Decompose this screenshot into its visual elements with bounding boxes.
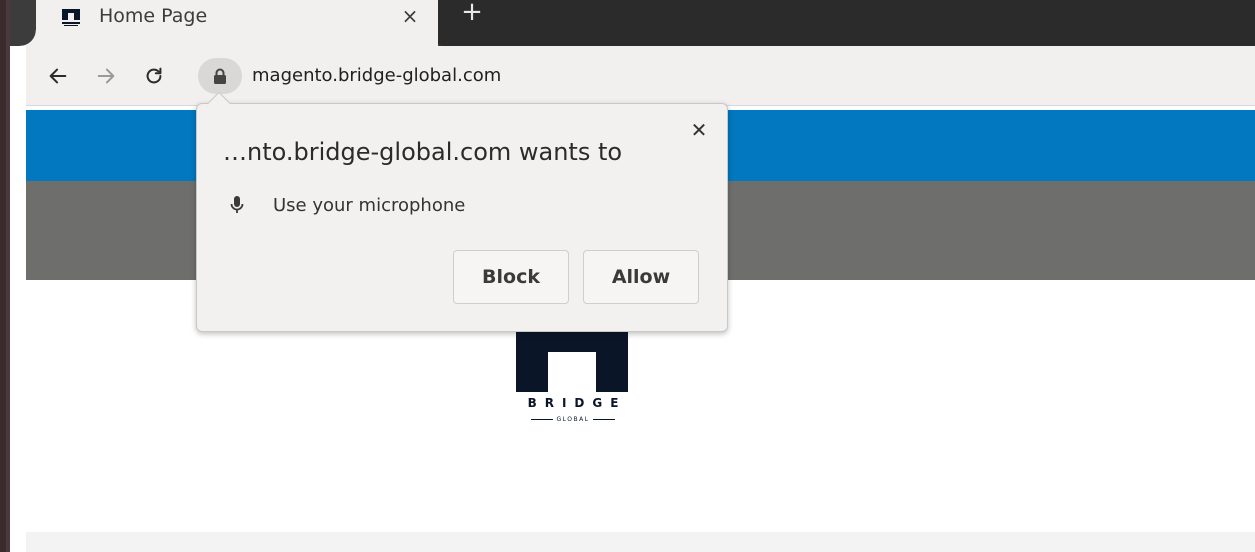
browser-titlebar: Home Page × +: [10, 0, 1255, 46]
desktop-edge: [0, 0, 10, 552]
browser-toolbar: magento.bridge-global.com: [26, 46, 1255, 106]
block-button[interactable]: Block: [453, 250, 569, 304]
reload-icon: [146, 67, 162, 84]
permission-label: Use your microphone: [273, 194, 466, 216]
reload-button[interactable]: [140, 62, 168, 90]
tab-close-icon[interactable]: ×: [398, 4, 422, 28]
site-footer-band: [26, 532, 1255, 552]
arrow-right-icon: [97, 68, 115, 84]
logo-mark: [516, 330, 628, 392]
forward-button[interactable]: [92, 62, 120, 90]
arrow-left-icon: [49, 68, 67, 84]
url-text: magento.bridge-global.com: [252, 65, 502, 86]
allow-button[interactable]: Allow: [583, 250, 699, 304]
bridge-favicon-icon: [62, 9, 80, 27]
bridge-global-logo[interactable]: BRIDGE GLOBAL: [516, 330, 630, 430]
microphone-icon: [229, 194, 245, 216]
tab-strip: [436, 0, 1255, 46]
logo-brand-name: BRIDGE: [527, 396, 627, 410]
back-button[interactable]: [44, 62, 72, 90]
tab-title: Home Page: [99, 5, 208, 27]
permission-row: Use your microphone: [229, 192, 465, 218]
close-icon[interactable]: ✕: [687, 118, 711, 142]
address-bar[interactable]: magento.bridge-global.com: [198, 56, 1255, 96]
permission-prompt: …nto.bridge-global.com wants to ✕ Use yo…: [196, 91, 728, 332]
new-tab-button[interactable]: +: [458, 0, 486, 28]
tab-home-page[interactable]: Home Page ×: [20, 0, 438, 46]
lock-icon: [214, 68, 226, 84]
logo-sub-name: GLOBAL: [516, 416, 630, 423]
permission-prompt-title: …nto.bridge-global.com wants to: [223, 138, 623, 166]
site-info-button[interactable]: [198, 58, 242, 94]
